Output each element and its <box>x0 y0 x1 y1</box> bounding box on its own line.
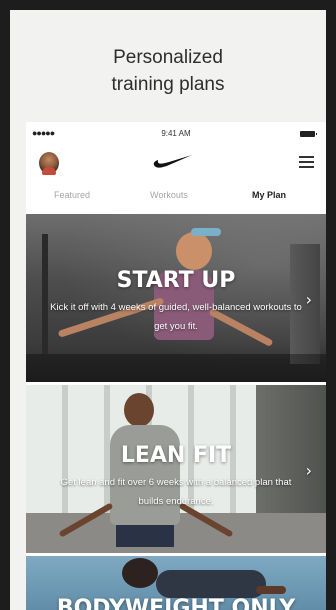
chevron-right-icon: › <box>305 461 312 480</box>
tab-bar: Featured Workouts My Plan <box>26 182 326 212</box>
athlete-head-graphic <box>122 558 158 588</box>
gym-equipment-graphic <box>42 234 48 354</box>
plan-tile-bodyweight-only[interactable]: BODYWEIGHT ONLY <box>26 556 326 610</box>
athlete-head-graphic <box>124 393 154 427</box>
nike-swoosh-logo-icon <box>153 155 192 168</box>
athlete-torso-graphic <box>156 570 266 598</box>
tab-featured[interactable]: Featured <box>54 190 90 200</box>
list-menu-icon[interactable] <box>296 156 314 170</box>
promo-card: Personalized training plans ●●●●● 9:41 A… <box>10 10 326 610</box>
battery-icon <box>300 131 317 137</box>
tab-my-plan[interactable]: My Plan <box>252 190 286 200</box>
plan-description: Kick it off with 4 weeks of guided, well… <box>50 302 302 332</box>
plan-title: LEAN FIT <box>120 443 232 468</box>
tile-floor-shadow <box>26 354 326 382</box>
plan-tile-start-up[interactable]: START UP Kick it off with 4 weeks of gui… <box>26 214 326 382</box>
plan-description: Get lean and fit over 6 weeks with a bal… <box>60 477 292 507</box>
profile-avatar-icon[interactable] <box>39 152 59 175</box>
plan-title: BODYWEIGHT ONLY <box>56 596 296 610</box>
promo-headline: Personalized training plans <box>10 44 326 98</box>
chevron-right-icon: › <box>305 290 312 309</box>
tab-workouts[interactable]: Workouts <box>150 190 188 200</box>
status-bar: ●●●●● 9:41 AM <box>26 122 326 144</box>
athlete-arm-graphic <box>256 586 286 594</box>
headline-line-2: training plans <box>111 74 225 95</box>
athlete-shorts-graphic <box>116 525 174 547</box>
athlete-head-graphic <box>176 232 212 270</box>
plan-tile-lean-fit[interactable]: LEAN FIT Get lean and fit over 6 weeks w… <box>26 385 326 553</box>
plan-title: START UP <box>116 268 236 293</box>
status-time: 9:41 AM <box>161 129 191 138</box>
athlete-headband-graphic <box>191 228 221 236</box>
headline-line-1: Personalized <box>113 47 223 68</box>
nav-bar <box>26 144 326 180</box>
phone-screen: ●●●●● 9:41 AM Featured Workouts My Plan <box>26 122 326 610</box>
